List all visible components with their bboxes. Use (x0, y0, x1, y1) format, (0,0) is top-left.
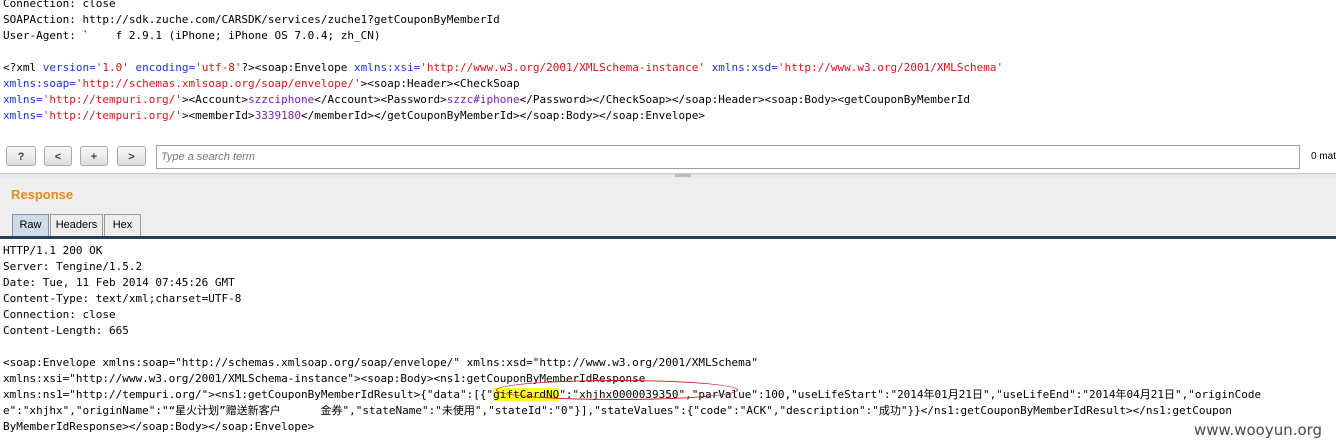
text-line: Content-Type: text/xml;charset=UTF-8 (3, 291, 1336, 307)
code-token: 'http://www.w3.org/2001/XMLSchema' (777, 61, 1004, 74)
code-token: 'http://tempuri.org/' (42, 109, 182, 122)
match-count: 0 mat (1311, 151, 1336, 162)
text-line: Connection: close (3, 307, 1336, 323)
code-token: ":"xhjhx0000039350","parValue":100,"useL… (559, 388, 1262, 401)
splitter-grip[interactable] (675, 174, 691, 177)
code-token: e":"xhjhx","originName":"“星火计划”赠送新客户 金券"… (3, 404, 1232, 417)
watermark: www.wooyun.org (1194, 421, 1323, 439)
code-token: Connection: close (3, 308, 116, 321)
search-bar: ? < + > 0 mat (0, 143, 1336, 171)
help-button[interactable]: ? (6, 146, 36, 166)
code-token: xmlns:ns1="http://tempuri.org/"><ns1:get… (3, 388, 494, 401)
code-token: 'utf-8' (195, 61, 242, 74)
text-line (3, 339, 1336, 355)
code-token: 'http://tempuri.org/' (42, 93, 182, 106)
text-line: HTTP/1.1 200 OK (3, 243, 1336, 259)
tab-raw[interactable]: Raw (12, 214, 49, 236)
text-line: <soap:Envelope xmlns:soap="http://schema… (3, 355, 1336, 371)
code-token: encoding= (135, 61, 196, 74)
code-token: Content-Type: text/xml;charset=UTF-8 (3, 292, 242, 305)
code-token: ?><soap:Envelope (241, 61, 355, 74)
code-token: version= (42, 61, 96, 74)
tab-underline (0, 236, 1336, 239)
text-line: ByMemberIdResponse></soap:Body></soap:En… (3, 419, 1336, 435)
code-token: ><Account> (181, 93, 249, 106)
code-token: 3339180 (254, 109, 302, 122)
code-token: </memberId></getCouponByMemberId></soap:… (301, 109, 706, 122)
text-line: e":"xhjhx","originName":"“星火计划”赠送新客户 金券"… (3, 403, 1336, 419)
code-token: ByMemberIdResponse></soap:Body></soap:En… (3, 420, 315, 433)
code-token: </Password></CheckSoap></soap:Header><so… (519, 93, 970, 106)
search-highlight: giftCardNO (493, 388, 560, 401)
response-text-area[interactable]: HTTP/1.1 200 OK Server: Tengine/1.5.2 Date… (0, 243, 1336, 441)
code-token: xmlns:soap= (3, 77, 76, 90)
code-token: xmlns:xsd= (711, 61, 778, 74)
code-token: xmlns= (3, 93, 43, 106)
code-token: 'http://www.w3.org/2001/XMLSchema-instan… (420, 61, 706, 74)
code-token: </Account><Password> (314, 93, 447, 106)
code-token: szzciphone (248, 93, 315, 106)
text-line: Date: Tue, 11 Feb 2014 07:45:26 GMT (3, 275, 1336, 291)
code-token: HTTP/1.1 200 OK (3, 244, 103, 257)
next-match-button[interactable]: > (117, 146, 146, 166)
request-text-area[interactable]: Connection: close SOAPAction: http://sdk.… (0, 0, 1336, 129)
code-token: 'http://schemas.xmlsoap.org/soap/envelop… (75, 77, 361, 90)
code-token: szzc#iphone (446, 93, 520, 106)
code-token: Date: Tue, 11 Feb 2014 07:45:26 GMT (3, 276, 235, 289)
previous-match-button[interactable]: < (44, 146, 72, 166)
request-header-line: SOAPAction: http://sdk.zuche.com/CARSDK/… (3, 13, 500, 26)
request-header-line: User-Agent: ` f 2.9.1 (iPhone; iPhone OS… (3, 29, 381, 42)
code-token: ><memberId> (181, 109, 255, 122)
text-line: Server: Tengine/1.5.2 (3, 259, 1336, 275)
code-token: <soap:Envelope xmlns:soap="http://schema… (3, 356, 758, 369)
code-token: Content-Length: 665 (3, 324, 129, 337)
text-line: Content-Length: 665 (3, 323, 1336, 339)
add-button[interactable]: + (80, 146, 108, 166)
text-line: xmlns='http://tempuri.org/'><Account>szz… (3, 92, 1336, 108)
code-token: xmlns:xsi= (354, 61, 421, 74)
code-token: <?xml (3, 61, 43, 74)
request-header-line: Connection: close (3, 0, 116, 10)
code-token: xmlns= (3, 109, 43, 122)
code-token: xmlns:xsi="http://www.w3.org/2001/XMLSch… (3, 372, 646, 385)
response-header: Response Raw Headers Hex (0, 178, 1336, 236)
code-token: Server: Tengine/1.5.2 (3, 260, 143, 273)
text-line: xmlns='http://tempuri.org/'><memberId>33… (3, 108, 1336, 124)
tab-hex[interactable]: Hex (104, 214, 141, 236)
search-input[interactable] (156, 145, 1300, 169)
text-line: xmlns:xsi="http://www.w3.org/2001/XMLSch… (3, 371, 1336, 387)
response-title: Response (11, 187, 74, 202)
tab-headers[interactable]: Headers (50, 214, 103, 236)
text-line: <?xml version='1.0' encoding='utf-8'?><s… (3, 60, 1336, 76)
text-line: xmlns:ns1="http://tempuri.org/"><ns1:get… (3, 387, 1336, 403)
text-line: xmlns:soap='http://schemas.xmlsoap.org/s… (3, 76, 1336, 92)
code-token: '1.0' (95, 61, 129, 74)
code-token: ><soap:Header><CheckSoap (360, 77, 520, 90)
